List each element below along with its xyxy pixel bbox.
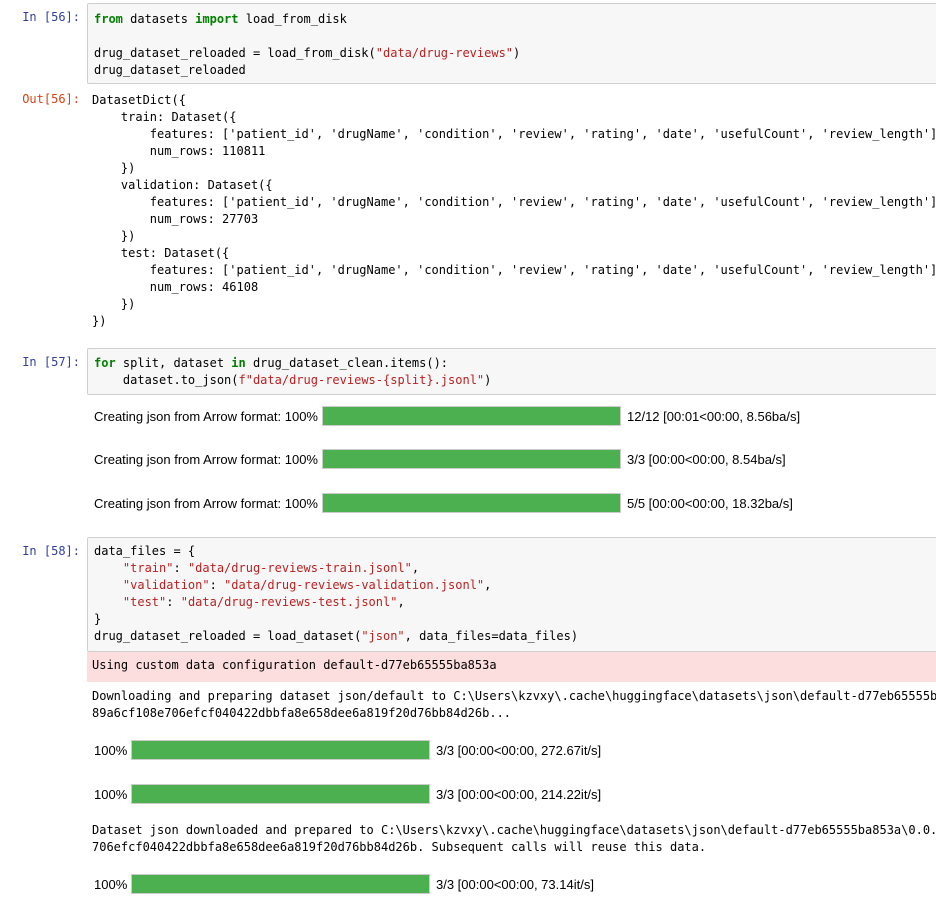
code-line: from datasets import load_from_disk — [94, 11, 347, 28]
output-line: train: Dataset({ — [92, 110, 237, 124]
string-literal: "data/drug-reviews" — [375, 46, 514, 60]
code-line: dataset.to_json(f"data/drug-reviews-{spl… — [94, 372, 491, 389]
code-text: : — [173, 561, 188, 575]
progress-bar — [322, 493, 621, 513]
output-line: }) — [92, 161, 136, 175]
code-text: ) — [484, 373, 492, 387]
code-line: "validation": "data/drug-reviews-validat… — [94, 577, 491, 594]
cell-58-code-input[interactable]: data_files = { "train": "data/drug-revie… — [87, 537, 936, 652]
output-line: test: Dataset({ — [92, 246, 230, 260]
output-line: features: ['patient_id', 'drugName', 'co… — [92, 195, 936, 209]
code-line: "test": "data/drug-reviews-test.jsonl", — [94, 594, 405, 611]
code-text: ) — [513, 46, 521, 60]
string-literal: "data/drug-reviews-validation.jsonl" — [224, 578, 485, 592]
progress-bar — [131, 740, 430, 760]
code-line: data_files = { — [94, 544, 196, 558]
progress-status: 3/3 [00:00<00:00, 8.54ba/s] — [627, 452, 786, 467]
progress-status: 3/3 [00:00<00:00, 214.22it/s] — [436, 787, 602, 802]
string-literal: "train" — [122, 561, 174, 575]
keyword: from — [94, 12, 123, 26]
cell-56-code-input[interactable]: from datasets import load_from_disk drug… — [87, 3, 936, 84]
code-text: dataset.to_json( — [94, 373, 239, 387]
progress-fill — [323, 450, 620, 468]
progress-bar — [322, 406, 621, 426]
code-text: : — [166, 595, 181, 609]
progress-status: 3/3 [00:00<00:00, 272.67it/s] — [436, 743, 602, 758]
progress-label: Creating json from Arrow format: 100% — [94, 496, 318, 511]
code-text: : — [209, 578, 225, 592]
code-line: drug_dataset_reloaded = load_dataset("js… — [94, 628, 578, 645]
cell-57-code-input[interactable]: for split, dataset in drug_dataset_clean… — [87, 348, 936, 395]
output-line: num_rows: 27703 — [92, 212, 259, 226]
stderr-text: Using custom data configuration default-… — [92, 658, 497, 672]
code-text: drug_dataset_clean.items(): — [245, 356, 449, 370]
code-text: drug_dataset_reloaded = load_dataset( — [94, 629, 362, 643]
code-text: , — [397, 595, 405, 609]
code-text: , — [484, 578, 492, 592]
progress-label: 100% — [94, 743, 128, 758]
code-text: split, dataset — [115, 356, 232, 370]
code-line: "train": "data/drug-reviews-train.jsonl"… — [94, 560, 419, 577]
string-literal: "test" — [122, 595, 167, 609]
output-line: validation: Dataset({ — [92, 178, 273, 192]
string-literal: "data/drug-reviews-test.jsonl" — [180, 595, 398, 609]
progress-label: Creating json from Arrow format: 100% — [94, 409, 318, 424]
output-line: features: ['patient_id', 'drugName', 'co… — [92, 263, 936, 277]
progress-fill — [132, 785, 429, 803]
code-text: datasets — [122, 12, 196, 26]
progress-fill — [323, 407, 620, 425]
progress-label: 100% — [94, 877, 128, 892]
progress-status: 3/3 [00:00<00:00, 73.14it/s] — [436, 877, 594, 892]
code-text: load_from_disk — [238, 12, 347, 26]
progress-status: 5/5 [00:00<00:00, 18.32ba/s] — [627, 496, 793, 511]
code-text: , — [411, 561, 420, 575]
cell-57-in-prompt: In [57]: — [22, 355, 80, 369]
cell-56-in-prompt: In [56]: — [22, 10, 80, 24]
cell-58-in-prompt: In [58]: — [22, 544, 80, 558]
output-line: num_rows: 110811 — [92, 144, 266, 158]
progress-fill — [323, 494, 620, 512]
done-message-line: Dataset json downloaded and prepared to … — [92, 823, 936, 837]
code-line: drug_dataset_reloaded = load_from_disk("… — [94, 45, 520, 62]
output-line: }) — [92, 314, 107, 328]
progress-bar — [131, 784, 430, 804]
string-literal: "validation" — [122, 578, 210, 592]
progress-label: Creating json from Arrow format: 100% — [94, 452, 318, 467]
progress-bar — [322, 449, 621, 469]
keyword: for — [94, 356, 116, 370]
download-message-line: Downloading and preparing dataset json/d… — [92, 689, 936, 703]
code-line: drug_dataset_reloaded — [94, 63, 246, 77]
output-line: DatasetDict({ — [92, 93, 186, 107]
output-line: }) — [92, 297, 136, 311]
progress-fill — [132, 875, 429, 893]
code-text: , data_files=data_files) — [404, 629, 579, 643]
code-text: drug_dataset_reloaded = load_from_disk( — [94, 46, 376, 60]
output-line: features: ['patient_id', 'drugName', 'co… — [92, 127, 936, 141]
code-line: } — [94, 612, 102, 626]
progress-fill — [132, 741, 429, 759]
progress-bar — [131, 874, 430, 894]
code-line: for split, dataset in drug_dataset_clean… — [94, 355, 448, 372]
keyword: import — [195, 12, 239, 26]
string-literal: "json" — [361, 629, 405, 643]
download-message-line: 89a6cf108e706efcf040422dbbfa8e658dee6a81… — [92, 706, 512, 720]
output-line: num_rows: 46108 — [92, 280, 259, 294]
string-literal: f"data/drug-reviews-{split}.jsonl" — [238, 373, 485, 387]
keyword: in — [231, 356, 246, 370]
done-message-line: 706efcf040422dbbfa8e658dee6a819f20d76bb8… — [92, 840, 707, 854]
stderr-output: Using custom data configuration default-… — [87, 652, 936, 682]
progress-label: 100% — [94, 787, 128, 802]
string-literal: "data/drug-reviews-train.jsonl" — [187, 561, 412, 575]
cell-56-out-prompt: Out[56]: — [22, 92, 80, 106]
progress-status: 12/12 [00:01<00:00, 8.56ba/s] — [627, 409, 801, 424]
output-line: }) — [92, 229, 136, 243]
